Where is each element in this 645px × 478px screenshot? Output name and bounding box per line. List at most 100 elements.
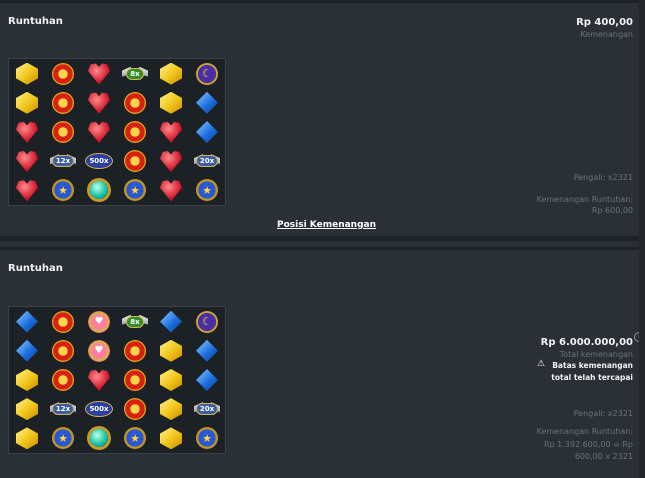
grid-cell <box>45 117 81 146</box>
multiplier-symbol: 20x <box>195 398 219 420</box>
tumble-win-label: Kemenangan Runtuhan: <box>536 427 633 436</box>
grid-cell: 12x <box>45 395 81 424</box>
grid-cell: 8x <box>117 59 153 88</box>
gem-red-symbol <box>160 121 182 143</box>
multiplier-symbol: 500x <box>85 398 113 420</box>
grid-cell <box>189 336 225 365</box>
sun-badge-symbol <box>52 310 74 333</box>
grid-cell <box>9 365 45 394</box>
gem-yellow-symbol <box>160 339 182 362</box>
gem-yellow-symbol <box>16 398 38 421</box>
tumble-win-value-line2: 600,00 x 2321 <box>574 452 633 461</box>
star-badge-symbol <box>52 427 74 450</box>
multiplier-symbol: 12x <box>51 398 75 420</box>
grid-cell: 500x <box>81 395 117 424</box>
grid-cell: 8x <box>117 307 153 336</box>
gem-red-symbol <box>160 180 182 202</box>
grid-cell <box>81 307 117 336</box>
grid-cell <box>9 88 45 117</box>
multiplier-symbol: 8x <box>124 63 146 85</box>
grid-cell <box>189 307 225 336</box>
gem-yellow-symbol <box>160 62 182 85</box>
gem-red-symbol <box>16 180 38 202</box>
grid-cell <box>189 424 225 453</box>
tumble-win-value: Rp 600,00 <box>591 206 633 215</box>
grid-cell <box>9 176 45 205</box>
symbol-grid: 8x 12x 500x 20x <box>8 58 226 206</box>
warning-line-2: total telah tercapai <box>551 373 633 382</box>
tumble-panel-1: Runtuhan Rp 400,00 Kemenangan 8x 12x 500x 2… <box>0 0 645 241</box>
scrollbar[interactable] <box>639 0 645 478</box>
win-amount: Rp 400,00 <box>576 17 633 28</box>
sun-badge-symbol <box>52 120 74 143</box>
gem-red-symbol <box>88 92 110 114</box>
grid-cell <box>9 336 45 365</box>
total-win-amount: Rp 6.000.000,00 <box>540 337 633 348</box>
grid-cell <box>153 395 189 424</box>
gem-yellow-symbol <box>16 62 38 85</box>
grid-cell <box>189 88 225 117</box>
multiplier-text: Pengali: x2321 <box>573 409 633 418</box>
grid-cell <box>153 147 189 176</box>
gem-red-symbol <box>16 151 38 173</box>
multiplier-symbol: 20x <box>195 150 219 172</box>
sun-badge-symbol <box>52 91 74 114</box>
warning-icon: ⚠ <box>537 359 546 369</box>
heart-badge-symbol <box>88 310 110 333</box>
symbol-grid: 8x 12x 500x 20x <box>8 306 226 454</box>
gem-teal-symbol <box>90 429 108 448</box>
moon-badge-symbol <box>196 310 218 333</box>
sun-badge-symbol <box>124 339 146 362</box>
grid-cell <box>189 365 225 394</box>
grid-cell <box>117 395 153 424</box>
grid-cell <box>9 307 45 336</box>
grid-cell: 500x <box>81 147 117 176</box>
multiplier-label: 500x <box>85 153 113 170</box>
star-badge-symbol <box>124 179 146 202</box>
grid-cell <box>117 88 153 117</box>
gem-yellow-symbol <box>160 398 182 421</box>
grid-cell <box>153 176 189 205</box>
grid-cell <box>117 424 153 453</box>
max-win-warning: Batas kemenangan total telah tercapai <box>551 360 633 384</box>
winning-positions-link[interactable]: Posisi Kemenangan <box>277 220 376 230</box>
tumble-win-value-line1: Rp 1.392.600,00 = Rp <box>543 440 633 449</box>
panel-title: Runtuhan <box>8 263 63 274</box>
grid-cell <box>153 365 189 394</box>
grid-cell <box>153 59 189 88</box>
grid-cell <box>9 424 45 453</box>
grid-cell <box>45 365 81 394</box>
grid-cell <box>45 424 81 453</box>
gem-red-symbol <box>16 121 38 143</box>
grid-cell <box>45 336 81 365</box>
grid-cell <box>153 117 189 146</box>
grid-cell: 20x <box>189 147 225 176</box>
multiplier-label: 8x <box>126 67 144 80</box>
grid-cell <box>117 147 153 176</box>
gem-blue-symbol <box>196 339 218 362</box>
moon-badge-symbol <box>196 62 218 85</box>
grid-cell <box>45 59 81 88</box>
multiplier-label: 20x <box>195 155 219 168</box>
grid-cell <box>45 176 81 205</box>
star-badge-symbol <box>196 427 218 450</box>
multiplier-label: 12x <box>51 155 75 168</box>
grid-cell <box>9 59 45 88</box>
grid-cell <box>45 307 81 336</box>
multiplier-symbol: 12x <box>51 150 75 172</box>
multiplier-label: 8x <box>126 315 144 328</box>
multiplier-symbol: 500x <box>85 150 113 172</box>
grid-cell <box>81 424 117 453</box>
gem-blue-symbol <box>16 339 38 362</box>
gem-red-symbol <box>88 63 110 85</box>
grid-cell <box>81 117 117 146</box>
gem-red-symbol <box>160 151 182 173</box>
gem-yellow-symbol <box>16 427 38 450</box>
grid-cell <box>9 147 45 176</box>
gem-yellow-symbol <box>160 91 182 114</box>
grid-cell <box>153 88 189 117</box>
sun-badge-symbol <box>52 339 74 362</box>
grid-cell <box>81 88 117 117</box>
multiplier-symbol: 8x <box>124 311 146 333</box>
gem-blue-symbol <box>160 310 182 333</box>
